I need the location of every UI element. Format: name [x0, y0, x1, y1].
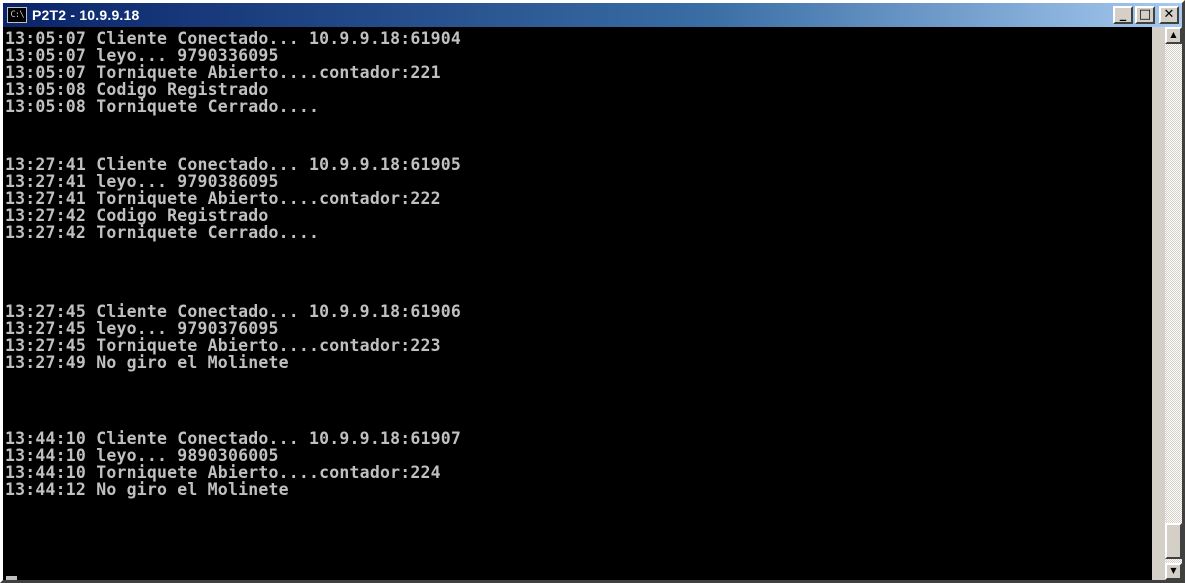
console-line: 13:44:10 leyo... 9890306005 — [5, 446, 279, 465]
console-line: 13:27:42 Torniquete Cerrado.... — [5, 223, 320, 242]
console-window: C:\ P2T2 - 10.9.9.18 _ □ ✕ 13:05:07 Clie… — [0, 0, 1185, 583]
vertical-scrollbar[interactable]: ▲ ▼ — [1165, 27, 1182, 580]
close-button[interactable]: ✕ — [1159, 6, 1179, 24]
console-line: 13:27:41 Cliente Conectado... 10.9.9.18:… — [5, 155, 462, 174]
console-line: 13:05:07 Cliente Conectado... 10.9.9.18:… — [5, 29, 462, 48]
scroll-down-arrow-icon[interactable]: ▼ — [1165, 563, 1182, 580]
console-line: 13:27:41 Torniquete Abierto....contador:… — [5, 189, 441, 208]
console-line: 13:27:45 leyo... 9790376095 — [5, 319, 279, 338]
console-line: 13:05:07 leyo... 9790336095 — [5, 46, 279, 65]
scroll-up-arrow-icon[interactable]: ▲ — [1165, 27, 1182, 44]
cmd-console-icon[interactable]: C:\ — [7, 7, 27, 23]
console-output[interactable]: 13:05:07 Cliente Conectado... 10.9.9.18:… — [3, 27, 1152, 580]
console-line: 13:44:10 Torniquete Abierto....contador:… — [5, 463, 441, 482]
maximize-button[interactable]: □ — [1135, 6, 1155, 24]
console-line: 13:44:12 No giro el Molinete — [5, 480, 289, 499]
console-line: 13:27:42 Codigo Registrado — [5, 206, 269, 225]
console-line: 13:05:08 Codigo Registrado — [5, 80, 269, 99]
console-line: 13:27:45 Cliente Conectado... 10.9.9.18:… — [5, 302, 462, 321]
console-line: 13:27:49 No giro el Molinete — [5, 353, 289, 372]
window-controls: _ □ ✕ — [1113, 6, 1179, 24]
window-title: P2T2 - 10.9.9.18 — [32, 7, 140, 23]
console-line: 13:05:07 Torniquete Abierto....contador:… — [5, 63, 441, 82]
console-line: 13:27:41 leyo... 9790386095 — [5, 172, 279, 191]
scrollbar-thumb[interactable] — [1165, 523, 1182, 559]
title-bar[interactable]: C:\ P2T2 - 10.9.9.18 _ □ ✕ — [3, 3, 1182, 27]
text-cursor — [6, 576, 17, 580]
console-line: 13:44:10 Cliente Conectado... 10.9.9.18:… — [5, 429, 462, 448]
console-line: 13:27:45 Torniquete Abierto....contador:… — [5, 336, 441, 355]
minimize-button[interactable]: _ — [1113, 6, 1133, 24]
console-line: 13:05:08 Torniquete Cerrado.... — [5, 97, 320, 116]
